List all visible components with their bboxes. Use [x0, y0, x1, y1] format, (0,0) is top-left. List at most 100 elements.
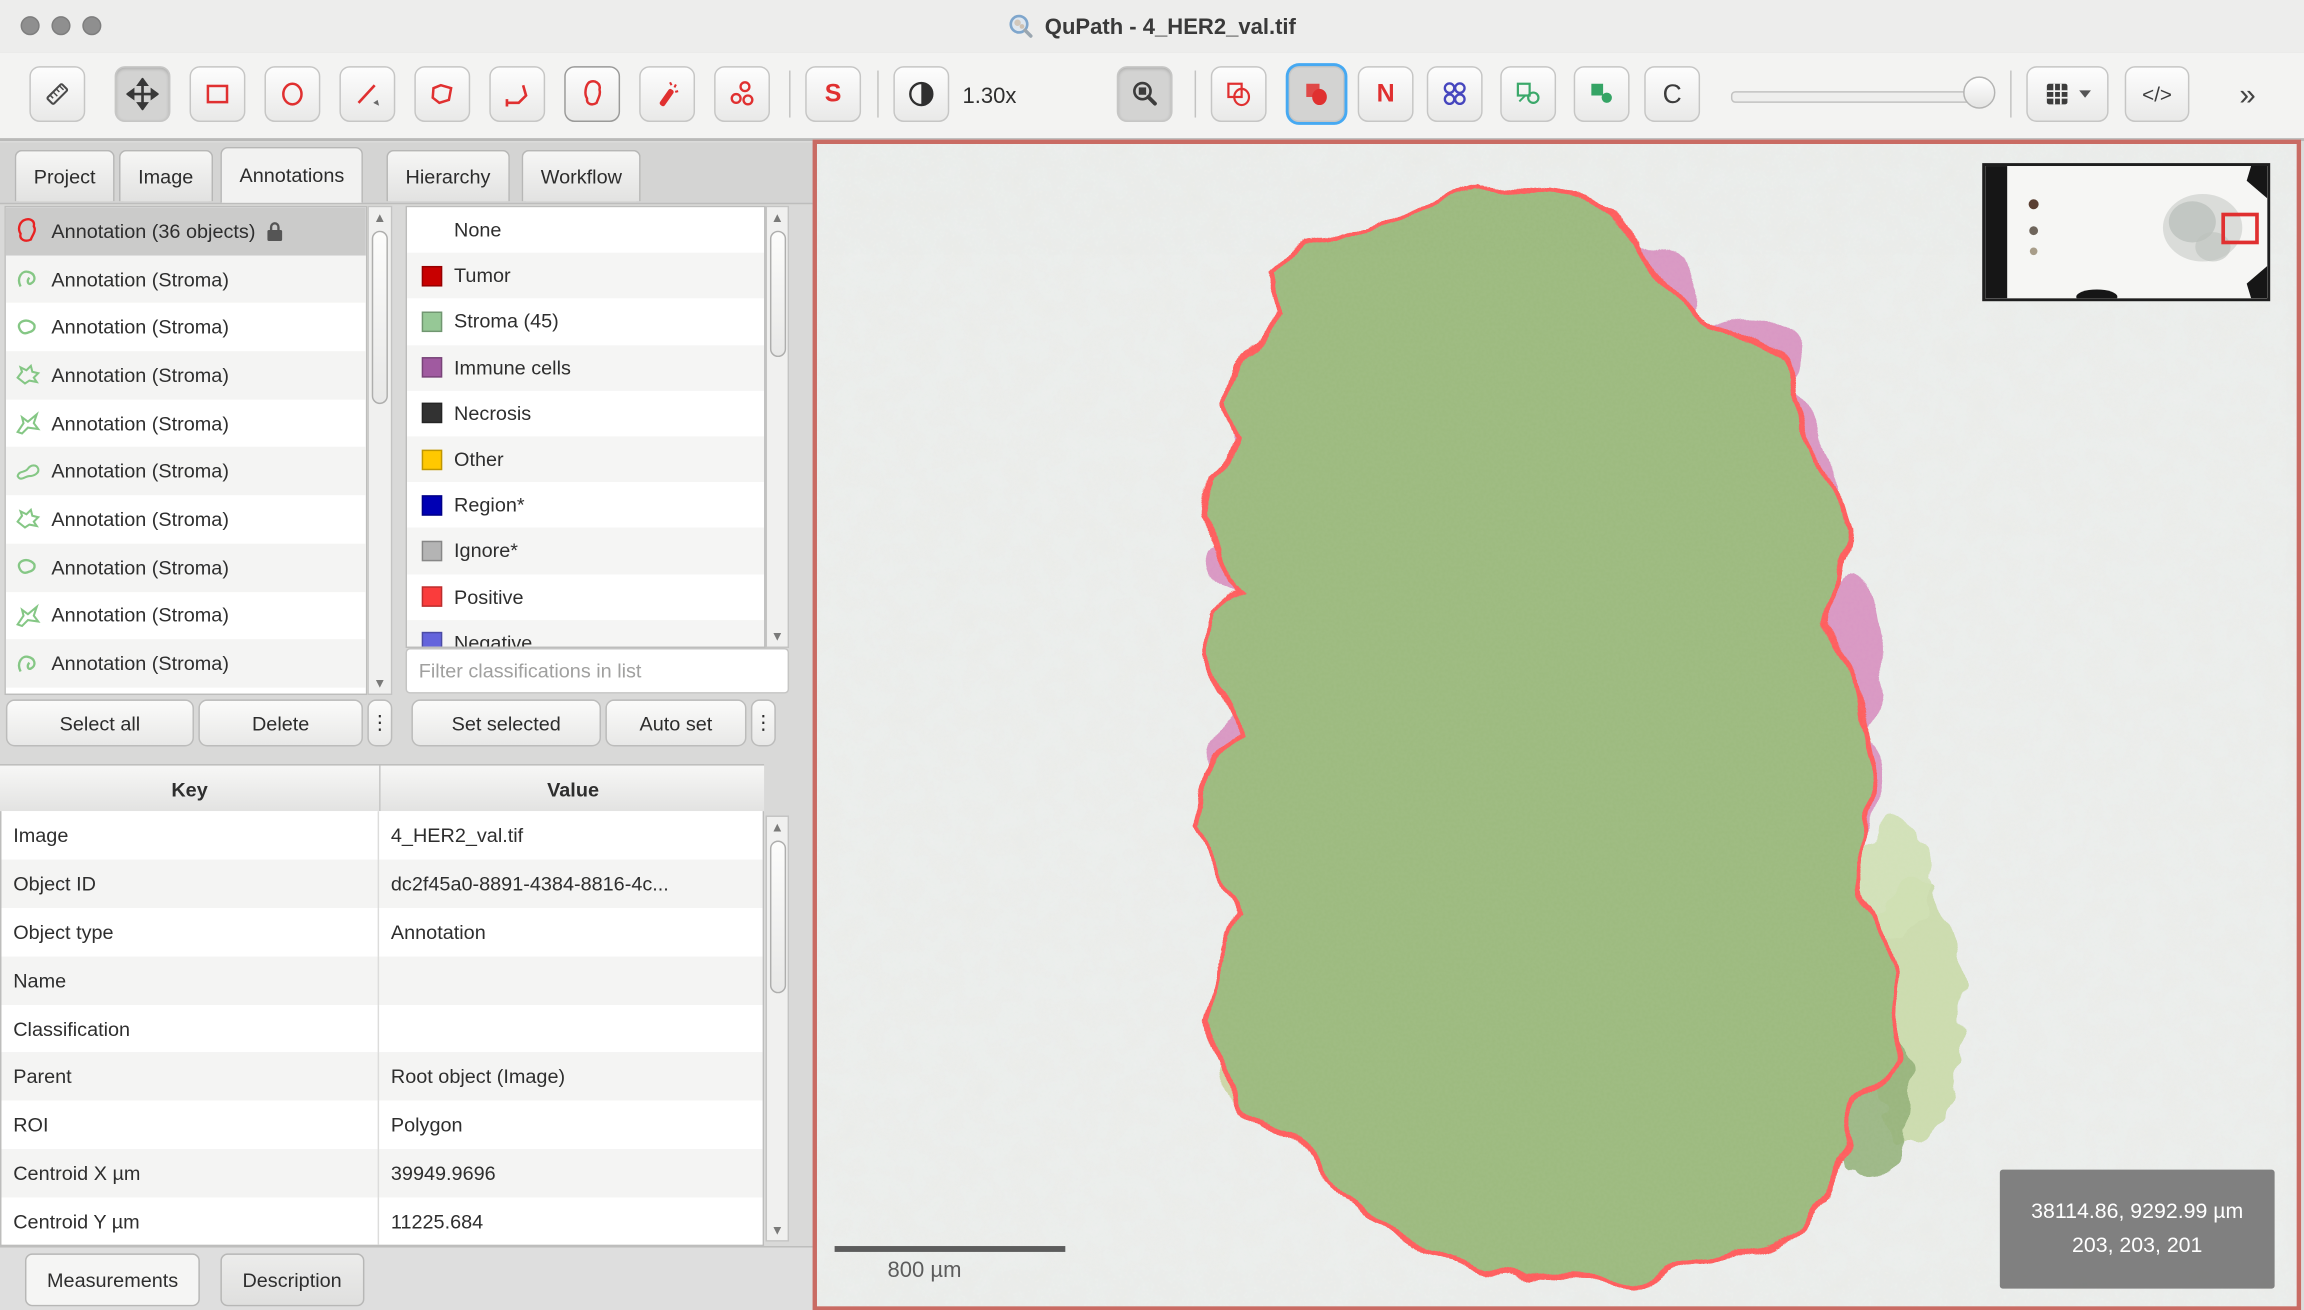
annotation-row[interactable]: Annotation (Stroma): [6, 687, 366, 695]
scrollbar-thumb[interactable]: [769, 840, 785, 993]
fill-annotations-button[interactable]: [1289, 66, 1345, 122]
maximize-window-button[interactable]: [82, 16, 101, 35]
annotation-shape-icon: [13, 361, 42, 390]
ellipse-tool-button[interactable]: [264, 66, 320, 122]
scroll-down-icon[interactable]: ▼: [771, 1220, 784, 1241]
move-tool-button[interactable]: [115, 66, 171, 122]
detections-outline-icon: [1512, 78, 1544, 110]
show-detections-button[interactable]: [1500, 66, 1556, 122]
brightness-contrast-button[interactable]: [893, 66, 949, 122]
table-row[interactable]: Name: [1, 956, 762, 1004]
table-row[interactable]: Centroid X µm39949.9696: [1, 1149, 762, 1197]
scroll-down-icon[interactable]: ▼: [373, 673, 386, 694]
tab-project[interactable]: Project: [15, 150, 115, 201]
close-window-button[interactable]: [21, 16, 40, 35]
auto-set-button[interactable]: Auto set: [605, 699, 746, 746]
properties-table-scrollbar[interactable]: ▲ ▼: [766, 816, 790, 1242]
polyline-tool-button[interactable]: [489, 66, 545, 122]
show-classes-button[interactable]: C: [1644, 66, 1700, 122]
table-row[interactable]: ROIPolygon: [1, 1101, 762, 1149]
panel-tab-strip: Project Image Annotations Hierarchy Work…: [0, 143, 813, 205]
value-column-header[interactable]: Value: [381, 766, 766, 813]
classification-row[interactable]: Region*: [407, 482, 764, 528]
scrollbar-thumb[interactable]: [372, 231, 388, 404]
set-selected-button[interactable]: Set selected: [411, 699, 601, 746]
lock-icon: [264, 220, 285, 242]
annotation-label: Annotation (Stroma): [51, 268, 229, 290]
classification-row[interactable]: Immune cells: [407, 345, 764, 391]
scroll-up-icon[interactable]: ▲: [771, 207, 784, 228]
scroll-up-icon[interactable]: ▲: [373, 207, 386, 228]
classification-row[interactable]: Positive: [407, 574, 764, 620]
annotation-row[interactable]: Annotation (36 objects): [6, 207, 366, 255]
opacity-slider-track[interactable]: [1731, 91, 1987, 103]
annotation-row[interactable]: Annotation (Stroma): [6, 495, 366, 543]
wand-tool-button[interactable]: [639, 66, 695, 122]
scrollbar-thumb[interactable]: [769, 231, 785, 357]
classification-row[interactable]: Other: [407, 436, 764, 482]
annotation-more-button[interactable]: ⋮: [367, 699, 392, 746]
tab-description[interactable]: Description: [220, 1253, 363, 1306]
fill-detections-button[interactable]: [1574, 66, 1630, 122]
classification-more-button[interactable]: ⋮: [751, 699, 776, 746]
scroll-up-icon[interactable]: ▲: [771, 817, 784, 838]
annotation-row[interactable]: Annotation (Stroma): [6, 399, 366, 447]
line-tool-button[interactable]: [339, 66, 395, 122]
minimize-window-button[interactable]: [51, 16, 70, 35]
classification-row[interactable]: Necrosis: [407, 390, 764, 436]
annotation-label: Annotation (Stroma): [51, 316, 229, 338]
annotation-row[interactable]: Annotation (Stroma): [6, 639, 366, 687]
show-names-button[interactable]: N: [1358, 66, 1414, 122]
annotation-row[interactable]: Annotation (Stroma): [6, 447, 366, 495]
classification-row[interactable]: Tumor: [407, 253, 764, 299]
scroll-down-icon[interactable]: ▼: [771, 626, 784, 647]
tab-annotations[interactable]: Annotations: [220, 147, 363, 203]
selection-s-button[interactable]: S: [805, 66, 861, 122]
overview-inset[interactable]: [1982, 163, 2270, 301]
select-all-button[interactable]: Select all: [6, 699, 194, 746]
classification-row[interactable]: None: [407, 207, 764, 253]
classification-row[interactable]: Negative: [407, 620, 764, 648]
points-tool-button[interactable]: [714, 66, 770, 122]
tab-measurements[interactable]: Measurements: [25, 1253, 200, 1306]
table-row[interactable]: Object IDdc2f45a0-8891-4384-8816-4c...: [1, 859, 762, 907]
tab-image[interactable]: Image: [119, 150, 212, 201]
slide-canvas[interactable]: [817, 144, 2297, 1306]
table-row[interactable]: Object typeAnnotation: [1, 908, 762, 956]
code-icon: </>: [2142, 82, 2172, 106]
table-row[interactable]: Classification: [1, 1004, 762, 1052]
classification-list-scrollbar[interactable]: ▲ ▼: [766, 206, 790, 648]
script-editor-button[interactable]: </>: [2125, 66, 2190, 122]
annotation-row[interactable]: Annotation (Stroma): [6, 303, 366, 351]
annotation-row[interactable]: Annotation (Stroma): [6, 543, 366, 591]
table-row[interactable]: ParentRoot object (Image): [1, 1053, 762, 1101]
annotation-row[interactable]: Annotation (Stroma): [6, 591, 366, 639]
annotation-row[interactable]: Annotation (Stroma): [6, 351, 366, 399]
classification-row[interactable]: Stroma (45): [407, 299, 764, 345]
wand-icon: [651, 78, 683, 110]
measurement-tables-button[interactable]: [2026, 66, 2108, 122]
annotation-list-scrollbar[interactable]: ▲ ▼: [367, 206, 392, 695]
tab-workflow[interactable]: Workflow: [522, 150, 641, 201]
classification-filter-input[interactable]: [406, 648, 790, 694]
toolbar-overflow-button[interactable]: »: [2239, 53, 2255, 138]
table-row[interactable]: Image4_HER2_val.tif: [1, 811, 762, 859]
zoom-to-fit-button[interactable]: [1117, 66, 1173, 122]
selection-mode-button[interactable]: [29, 66, 85, 122]
ruler-icon: [41, 78, 73, 110]
key-column-header[interactable]: Key: [0, 766, 381, 813]
slide-viewer[interactable]: 800 µm 38114.86, 9292.99 µm 203, 203, 20…: [813, 140, 2301, 1310]
delete-button[interactable]: Delete: [198, 699, 363, 746]
show-tma-grid-button[interactable]: [1427, 66, 1483, 122]
rectangle-tool-button[interactable]: [190, 66, 246, 122]
annotation-row[interactable]: Annotation (Stroma): [6, 255, 366, 303]
table-row[interactable]: Centroid Y µm11225.684: [1, 1198, 762, 1246]
annotation-label: Annotation (Stroma): [51, 652, 229, 674]
brush-tool-button[interactable]: [564, 66, 620, 122]
polygon-tool-button[interactable]: [414, 66, 470, 122]
opacity-slider-thumb[interactable]: [1963, 76, 1995, 108]
magnification-label[interactable]: 1.30x: [962, 53, 1016, 138]
classification-row[interactable]: Ignore*: [407, 528, 764, 574]
show-annotations-button[interactable]: [1211, 66, 1267, 122]
tab-hierarchy[interactable]: Hierarchy: [386, 150, 509, 201]
